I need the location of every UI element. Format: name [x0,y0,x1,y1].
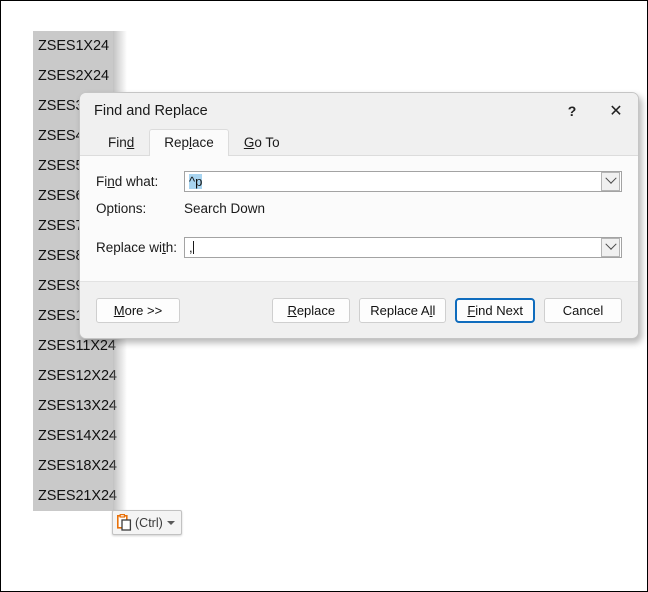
help-icon[interactable]: ? [550,94,594,128]
find-next-button[interactable]: Find Next [455,297,535,323]
paste-options-label: (Ctrl) [135,515,163,530]
replace-with-combobox[interactable]: , [184,236,622,258]
tab-go-to-label: Go To [243,135,280,150]
options-row: Options: Search Down [96,198,622,218]
paste-options-button[interactable]: (Ctrl) [112,510,182,535]
find-what-input[interactable]: ^p [185,173,601,189]
spreadsheet-cell[interactable]: ZSES13X24 [33,391,117,421]
tab-find[interactable]: Find [93,129,150,155]
close-icon[interactable]: ✕ [594,94,638,128]
find-next-button-label: Find Next [467,302,523,318]
spreadsheet-cell[interactable]: ZSES21X24 [33,481,117,511]
dialog-titlebar[interactable]: Find and Replace ? ✕ [80,93,638,129]
tab-go-to[interactable]: Go To [228,129,295,155]
options-label: Options: [96,200,147,216]
chevron-down-icon [604,238,617,250]
spreadsheet-cell[interactable]: ZSES18X24 [33,451,117,481]
replace-with-input[interactable]: , [185,240,601,255]
screenshot-root: ZSES1X24 ZSES2X24 ZSES3X24 ZSES4X24 ZSES… [0,0,648,592]
spreadsheet-cell[interactable]: ZSES1X24 [33,31,113,61]
replace-all-button[interactable]: Replace All [359,297,447,323]
dialog-title: Find and Replace [94,103,208,119]
dialog-tabs: Find Replace Go To [80,129,638,156]
more-button[interactable]: More >> [96,297,180,323]
spreadsheet-cell[interactable]: ZSES14X24 [33,421,117,451]
replace-with-label: Replace with: [96,239,178,255]
more-button-label: More >> [113,302,163,318]
replace-button[interactable]: Replace [272,297,351,323]
spreadsheet-cell[interactable]: ZSES2X24 [33,61,113,91]
cancel-button[interactable]: Cancel [544,297,622,323]
find-and-replace-dialog: Find and Replace ? ✕ Find Replace Go To … [79,92,639,339]
dialog-footer: More >> Replace Replace All Find Next Ca… [80,282,638,338]
find-what-row: Find what: ^p [96,170,622,192]
clipboard-icon [117,514,132,531]
tab-replace[interactable]: Replace [149,129,229,156]
chevron-down-icon [604,172,617,184]
spreadsheet-cell[interactable]: ZSES12X24 [33,361,117,391]
options-value: Search Down [184,200,266,216]
tab-replace-label: Replace [164,135,214,150]
chevron-down-icon[interactable] [166,520,175,525]
replace-with-row: Replace with: , [96,236,622,258]
text-cursor [192,240,194,254]
find-what-combobox[interactable]: ^p [184,170,622,192]
replace-button-label: Replace [287,302,336,318]
find-what-label: Find what: [96,173,159,189]
tab-find-label: Find [108,135,135,150]
replace-with-dropdown-button[interactable] [601,237,620,257]
find-what-value: ^p [189,173,203,189]
dialog-body: Find what: ^p Options: Search Down Repla… [80,156,638,282]
replace-all-button-label: Replace All [370,302,436,318]
find-what-dropdown-button[interactable] [601,171,620,191]
